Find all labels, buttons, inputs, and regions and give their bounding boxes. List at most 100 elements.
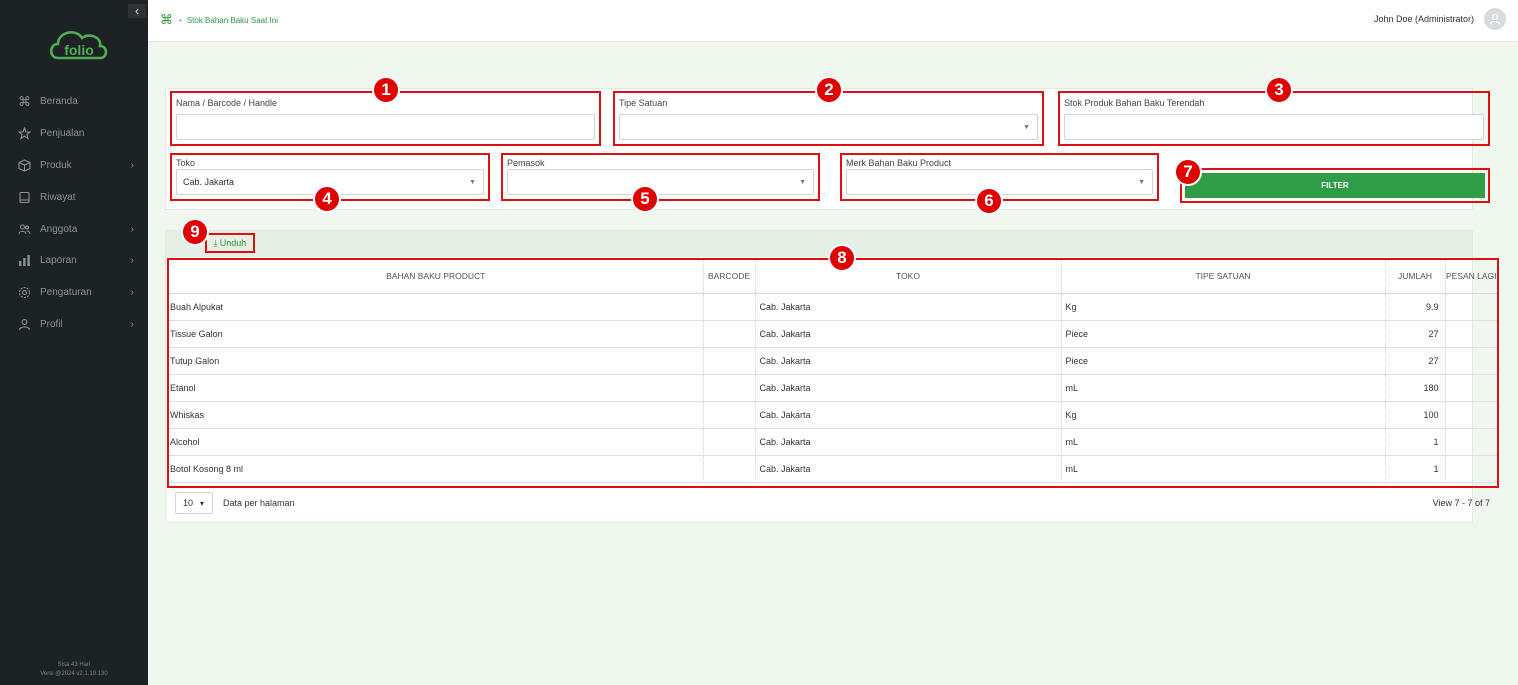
sidebar-item-beranda[interactable]: ⌘ Beranda: [0, 86, 148, 118]
command-icon: ⌘: [17, 95, 31, 109]
annotation-marker-7: 7: [1174, 158, 1202, 186]
cell-reorder: [1444, 401, 1497, 429]
sidebar-item-label: Riwayat: [40, 191, 76, 203]
annotation-marker-9: 9: [181, 218, 209, 246]
download-icon: ⤓: [213, 237, 218, 248]
brand-label: Merk Bahan Baku Product: [846, 158, 952, 168]
cell-material: Etanol: [169, 374, 703, 402]
sidebar-item-produk[interactable]: Produk ›: [0, 150, 148, 182]
cell-store: Cab. Jakarta: [754, 428, 1061, 456]
breadcrumb-current: Stok Bahan Baku Saat Ini: [186, 15, 278, 25]
cell-reorder: [1444, 320, 1497, 348]
cell-barcode: [702, 401, 755, 429]
cell-barcode: [702, 320, 755, 348]
annotation-marker-8: 8: [828, 244, 856, 272]
table-row[interactable]: Whiskas Cab. Jakarta Kg 100: [169, 401, 1497, 429]
table-row[interactable]: Etanol Cab. Jakarta mL 180: [169, 374, 1497, 402]
cell-reorder: [1444, 374, 1497, 402]
filter-button-outline: FILTER: [1180, 168, 1490, 203]
user-menu[interactable]: John Doe (Administrator): [1374, 8, 1518, 30]
supplier-field: Pemasok ▼: [501, 153, 820, 201]
cell-barcode: [702, 455, 755, 483]
caret-down-icon: ▼: [799, 179, 806, 186]
users-icon: [17, 222, 31, 236]
table-toolbar: ⤓ Unduh: [166, 231, 1472, 257]
download-button[interactable]: ⤓ Unduh: [205, 233, 255, 253]
per-page-label: Data per halaman: [223, 498, 295, 508]
sidebar-item-label: Penjualan: [40, 128, 85, 140]
col-qty[interactable]: JUMLAH: [1384, 260, 1445, 294]
sidebar-collapse-button[interactable]: ‹: [128, 4, 146, 18]
svg-text:⌘: ⌘: [18, 95, 31, 108]
annotation-marker-6: 6: [975, 187, 1003, 215]
annotation-marker-1: 1: [372, 76, 400, 104]
table-row[interactable]: Buah Alpukat Cab. Jakarta Kg 9.9: [169, 293, 1497, 321]
cell-qty: 180: [1384, 374, 1445, 402]
col-barcode[interactable]: BARCODE: [702, 260, 755, 294]
col-store[interactable]: TOKO: [754, 260, 1061, 294]
chevron-right-icon: ›: [130, 318, 134, 330]
sidebar-item-penjualan[interactable]: Penjualan: [0, 118, 148, 150]
pagination-info: View 7 - 7 of 7: [1432, 498, 1490, 508]
sidebar-item-label: Profil: [40, 318, 63, 330]
box-icon: [17, 158, 31, 172]
sidebar-item-riwayat[interactable]: Riwayat: [0, 181, 148, 213]
chevron-right-icon: ›: [130, 287, 134, 299]
cell-reorder: [1444, 428, 1497, 456]
cell-material: Tissue Galon: [169, 320, 703, 348]
cell-store: Cab. Jakarta: [754, 455, 1061, 483]
store-value: Cab. Jakarta: [183, 177, 235, 187]
breadcrumb: ⌘ • Stok Bahan Baku Saat Ini: [160, 13, 278, 26]
chevron-right-icon: ›: [130, 255, 134, 267]
sidebar: ‹ folio ⌘ Beranda Penjualan Produk › Riwayat A…: [0, 0, 148, 685]
stock-table: BAHAN BAKU PRODUCT BARCODE TOKO TIPE SAT…: [169, 260, 1497, 483]
filter-button[interactable]: FILTER: [1185, 173, 1485, 198]
sidebar-item-profil[interactable]: Profil ›: [0, 309, 148, 341]
avatar[interactable]: [1484, 8, 1506, 30]
svg-text:folio: folio: [64, 42, 94, 58]
cell-unit: mL: [1060, 455, 1385, 483]
col-unit[interactable]: TIPE SATUAN: [1060, 260, 1385, 294]
supplier-select[interactable]: ▼: [507, 169, 814, 195]
lowest-stock-input[interactable]: [1064, 114, 1484, 140]
book-icon: [17, 190, 31, 204]
cell-unit: mL: [1060, 374, 1385, 402]
cell-unit: mL: [1060, 428, 1385, 456]
cell-material: Whiskas: [169, 401, 703, 429]
unit-type-label: Tipe Satuan: [619, 98, 668, 108]
cell-barcode: [702, 347, 755, 375]
table-row[interactable]: Tutup Galon Cab. Jakarta Piece 27: [169, 347, 1497, 375]
cell-reorder: [1444, 347, 1497, 375]
table-row[interactable]: Botol Kosong 8 ml Cab. Jakarta mL 1: [169, 455, 1497, 483]
cell-barcode: [702, 374, 755, 402]
trial-remaining: Sisa 43 Hari: [57, 662, 91, 668]
sidebar-item-pengaturan[interactable]: Pengaturan ›: [0, 277, 148, 309]
col-material[interactable]: BAHAN BAKU PRODUCT: [169, 260, 703, 294]
folio-logo: folio: [46, 24, 112, 64]
unit-type-select[interactable]: ▼: [619, 114, 1038, 140]
cell-material: Tutup Galon: [169, 347, 703, 375]
command-icon[interactable]: ⌘: [160, 13, 173, 26]
star-icon: [17, 127, 31, 141]
sidebar-item-label: Anggota: [40, 223, 78, 235]
user-icon: [17, 317, 31, 331]
download-label: Unduh: [219, 238, 247, 248]
gear-icon: [17, 286, 31, 300]
annotation-marker-5: 5: [631, 185, 659, 213]
cell-unit: Piece: [1060, 347, 1385, 375]
table-row[interactable]: Alcohol Cab. Jakarta mL 1: [169, 428, 1497, 456]
sidebar-item-laporan[interactable]: Laporan ›: [0, 245, 148, 277]
per-page-select[interactable]: 10 ▾: [175, 492, 213, 514]
lowest-stock-label: Stok Produk Bahan Baku Terendah: [1064, 98, 1205, 108]
table-row[interactable]: Tissue Galon Cab. Jakarta Piece 27: [169, 320, 1497, 348]
col-reorder[interactable]: PESAN LAGI: [1444, 260, 1497, 294]
chevron-down-icon: ▾: [200, 498, 205, 508]
sidebar-item-label: Beranda: [40, 96, 78, 108]
sidebar-item-anggota[interactable]: Anggota ›: [0, 213, 148, 245]
name-barcode-input[interactable]: [176, 114, 595, 140]
cell-unit: Piece: [1060, 320, 1385, 348]
chevron-right-icon: ›: [130, 223, 134, 235]
cell-reorder: [1444, 455, 1497, 483]
bar-chart-icon: [17, 254, 31, 268]
annotation-marker-3: 3: [1265, 76, 1293, 104]
